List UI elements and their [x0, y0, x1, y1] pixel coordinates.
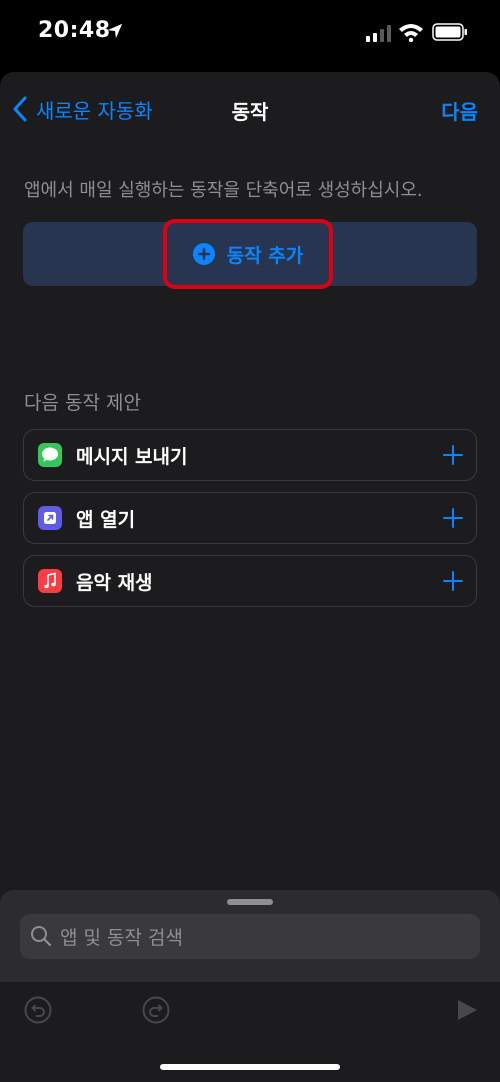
status-time: 20:48	[38, 18, 111, 43]
wifi-icon	[399, 24, 423, 42]
plus-icon[interactable]	[442, 507, 464, 529]
search-field[interactable]	[20, 914, 480, 961]
messages-icon	[38, 443, 62, 467]
status-bar: 20:48	[0, 0, 500, 70]
suggestion-label: 음악 재생	[76, 572, 153, 594]
plus-icon[interactable]	[442, 570, 464, 592]
editor-toolbar	[0, 982, 500, 1082]
suggestion-label: 앱 열기	[76, 509, 136, 531]
suggestion-play-music[interactable]: 음악 재생	[23, 555, 477, 607]
next-button[interactable]: 다음	[441, 96, 478, 125]
location-arrow-icon	[107, 23, 123, 39]
search-icon	[31, 926, 52, 947]
drawer-grabber[interactable]	[227, 899, 273, 905]
page-title: 동작	[231, 100, 269, 124]
suggestions-header: 다음 동작 제안	[24, 392, 141, 414]
play-icon[interactable]	[455, 998, 479, 1022]
search-drawer	[0, 890, 500, 1082]
open-app-icon	[38, 506, 62, 530]
suggestion-open-app[interactable]: 앱 열기	[23, 492, 477, 544]
home-indicator	[160, 1064, 340, 1070]
description-text: 앱에서 매일 실행하는 동작을 단축어로 생성하십시오.	[24, 180, 423, 201]
suggestion-send-message[interactable]: 메시지 보내기	[23, 429, 477, 481]
plus-icon[interactable]	[442, 444, 464, 466]
plus-circle-icon	[192, 243, 215, 265]
suggestion-label: 메시지 보내기	[76, 446, 188, 468]
music-icon	[38, 569, 62, 593]
add-action-label: 동작 추가	[226, 244, 304, 267]
cellular-signal-icon	[366, 25, 391, 42]
undo-icon[interactable]	[24, 996, 52, 1024]
battery-icon	[432, 23, 467, 41]
add-action-button[interactable]: 동작 추가	[163, 219, 333, 289]
redo-icon[interactable]	[142, 996, 170, 1024]
search-input[interactable]	[58, 914, 462, 961]
